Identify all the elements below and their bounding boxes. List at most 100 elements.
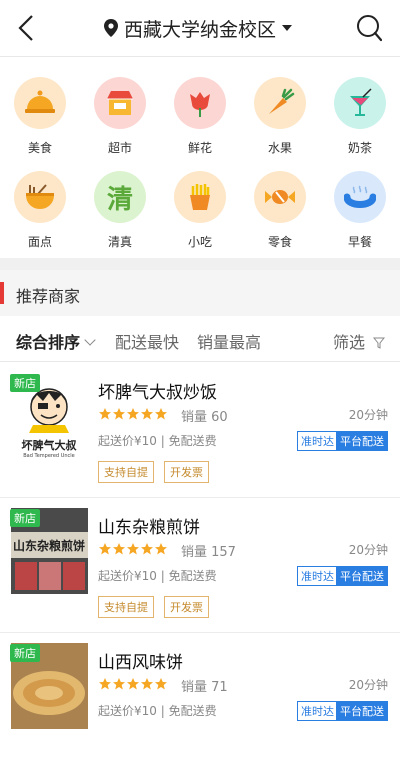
star-icon [127,543,139,555]
caret-down-icon [282,25,293,31]
star-icon [99,543,111,555]
shop-card[interactable]: 新店 山西风味饼 销量 71 20分钟 起送价¥10 | 免配送费 准时达 平台… [0,633,400,768]
category-label: 清真 [107,235,132,249]
platform-delivery-badge: 平台配送 [336,566,388,586]
category-fruit[interactable]: 水果 [240,77,320,156]
category-halal[interactable]: 清 清真 [80,171,160,250]
delivery-time: 20分钟 [348,678,388,692]
category-label: 鲜花 [187,141,212,155]
section-title: 推荐商家 [16,287,81,306]
carrot-icon [254,77,306,129]
shop-tags: 支持自提 开发票 [98,461,219,483]
shop-name: 山西风味饼 [98,653,183,673]
category-food[interactable]: 美食 [0,77,80,156]
tag-self-pickup: 支持自提 [98,596,154,618]
top-bar: 西藏大学纳金校区 [0,0,400,57]
star-icon [141,408,153,420]
drink-icon [334,77,386,129]
rating-stars [98,407,168,421]
category-label: 面点 [27,235,52,249]
star-icon [127,678,139,690]
sales-count: 销量 60 [181,410,228,425]
new-shop-badge: 新店 [10,644,40,662]
category-label: 水果 [267,141,292,155]
shop-card[interactable]: 新店 坏脾气大叔 Bad Tempered Uncle 坏脾气大叔炒饭 销量 6… [0,363,400,498]
star-icon [127,408,139,420]
section-accent-bar [0,282,4,304]
noodle-bowl-icon [14,171,66,223]
category-label: 零食 [267,235,292,249]
category-label: 小吃 [187,235,212,249]
sales-count: 销量 157 [181,545,236,560]
category-label: 奶茶 [347,141,372,155]
sort-comprehensive[interactable]: 综合排序 [16,329,96,353]
back-arrow-icon[interactable] [14,14,40,42]
shop-name: 山东杂粮煎饼 [98,518,200,538]
sales-count: 销量 71 [181,680,228,695]
new-shop-badge: 新店 [10,509,40,527]
star-icon [155,543,167,555]
category-breakfast[interactable]: 早餐 [320,171,400,250]
shop-card[interactable]: 新店 山东杂粮煎饼 山东杂粮煎饼 销量 157 20分钟 起送价¥10 | 免配… [0,498,400,633]
category-candy[interactable]: 零食 [240,171,320,250]
search-icon[interactable] [356,14,382,42]
tag-invoice: 开发票 [164,461,209,483]
shop-tags: 支持自提 开发票 [98,596,219,618]
filter-label: 筛选 [333,333,366,352]
halal-icon: 清 [94,171,146,223]
star-icon [99,678,111,690]
sort-comprehensive-label: 综合排序 [16,333,81,352]
delivery-time: 20分钟 [348,543,388,557]
star-icon [113,543,125,555]
star-icon [113,678,125,690]
location-pin-icon [104,19,118,37]
on-time-badge: 准时达 [297,701,338,721]
rating-stars [98,542,168,556]
star-icon [155,408,167,420]
delivery-time: 20分钟 [348,408,388,422]
sort-best-selling[interactable]: 销量最高 [197,329,261,353]
sort-bar: 综合排序 配送最快 销量最高 筛选 [0,316,400,362]
category-noodles[interactable]: 面点 [0,171,80,250]
delivery-conditions: 起送价¥10 | 免配送费 [98,569,217,583]
category-supermarket[interactable]: 超市 [80,77,160,156]
location-selector[interactable]: 西藏大学纳金校区 [104,13,293,43]
star-icon [141,678,153,690]
star-icon [141,543,153,555]
sausage-icon [334,171,386,223]
filter-funnel-icon [373,337,386,349]
fries-icon [174,171,226,223]
candy-icon [254,171,306,223]
recommended-section-header: 推荐商家 [0,270,400,316]
star-icon [155,678,167,690]
platform-delivery-badge: 平台配送 [336,431,388,451]
category-label: 超市 [107,141,132,155]
category-flower[interactable]: 鲜花 [160,77,240,156]
flower-icon [174,77,226,129]
on-time-badge: 准时达 [297,566,338,586]
new-shop-badge: 新店 [10,374,40,392]
food-cloche-icon [14,77,66,129]
star-icon [113,408,125,420]
location-label: 西藏大学纳金校区 [124,18,277,41]
category-label: 早餐 [347,235,372,249]
sort-fastest[interactable]: 配送最快 [115,329,179,353]
category-snacks[interactable]: 小吃 [160,171,240,250]
category-label: 美食 [27,141,52,155]
logo-text: 坏脾气大叔 [22,438,78,452]
logo-subtext: Bad Tempered Uncle [23,453,75,459]
photo-sign-text: 山东杂粮煎饼 [13,538,85,553]
delivery-conditions: 起送价¥10 | 免配送费 [98,704,217,718]
category-grid: 美食 超市 鲜花 水果 奶茶 面点 清 清真 小吃 零食 早餐 [0,57,400,258]
shop-name: 坏脾气大叔炒饭 [98,383,217,403]
filter-button[interactable]: 筛选 [333,329,386,353]
tag-invoice: 开发票 [164,596,209,618]
star-icon [99,408,111,420]
category-milk-tea[interactable]: 奶茶 [320,77,400,156]
supermarket-icon [94,77,146,129]
chevron-down-icon [84,334,96,346]
on-time-badge: 准时达 [297,431,338,451]
section-divider [0,258,400,270]
tag-self-pickup: 支持自提 [98,461,154,483]
platform-delivery-badge: 平台配送 [336,701,388,721]
